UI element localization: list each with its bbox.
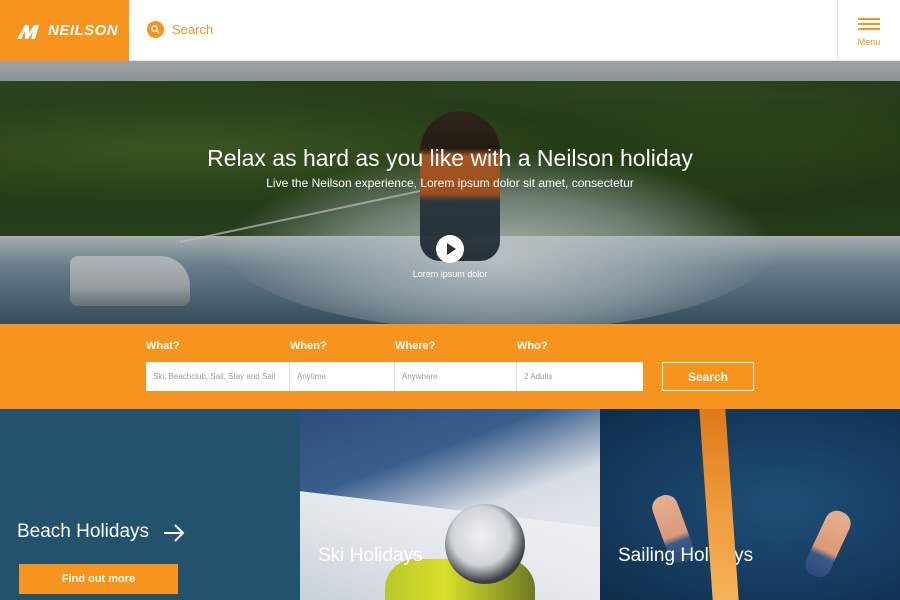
find-out-more-button[interactable]: Find out more xyxy=(19,564,178,594)
when-field[interactable]: Anytime xyxy=(290,362,395,391)
search-icon xyxy=(147,21,164,38)
search-label: Search xyxy=(172,22,214,37)
search-trigger[interactable]: Search xyxy=(147,21,213,38)
search-fields: Ski, Beachclub, Sail, Stay and Sail Anyt… xyxy=(146,362,643,391)
tile-sailing-holidays[interactable]: Sailing Holidays xyxy=(600,409,900,600)
neilson-logo[interactable]: NEILSON xyxy=(0,0,129,61)
tile-beach-holidays[interactable]: Beach Holidays Find out more xyxy=(0,409,300,600)
where-field[interactable]: Anywhere xyxy=(395,362,517,391)
logo-text: NEILSON xyxy=(48,22,119,39)
who-label: Who? xyxy=(517,340,548,352)
hero-title: Relax as hard as you like with a Neilson… xyxy=(207,145,693,171)
what-label: What? xyxy=(146,340,180,352)
video-label: Lorem ipsum dolor xyxy=(412,269,488,279)
hero-subtitle: Live the Neilson experience, Lorem ipsum… xyxy=(266,176,634,190)
tile-ski-holidays[interactable]: Ski Holidays xyxy=(300,409,600,600)
beach-holidays-title: Beach Holidays xyxy=(17,521,150,542)
hero-banner: Relax as hard as you like with a Neilson… xyxy=(0,61,900,324)
menu-label: Menu xyxy=(857,36,881,47)
where-label: Where? xyxy=(395,340,436,352)
hamburger-icon xyxy=(858,15,880,33)
play-video-icon[interactable] xyxy=(436,235,464,263)
site-header: NEILSON Search Menu xyxy=(0,0,900,61)
menu-button[interactable]: Menu xyxy=(837,0,900,61)
skier-helmet xyxy=(445,504,525,584)
arrow-right-icon[interactable] xyxy=(163,522,185,544)
hero-overlay xyxy=(0,61,900,324)
who-field[interactable]: 2 Adults xyxy=(517,362,643,391)
logo-mark-icon xyxy=(17,24,39,39)
ski-holidays-title: Ski Holidays xyxy=(318,545,423,566)
when-label: When? xyxy=(290,340,327,352)
what-field[interactable]: Ski, Beachclub, Sail, Stay and Sail xyxy=(146,362,290,391)
search-button[interactable]: Search xyxy=(662,362,754,391)
swimmer-right xyxy=(801,506,855,582)
